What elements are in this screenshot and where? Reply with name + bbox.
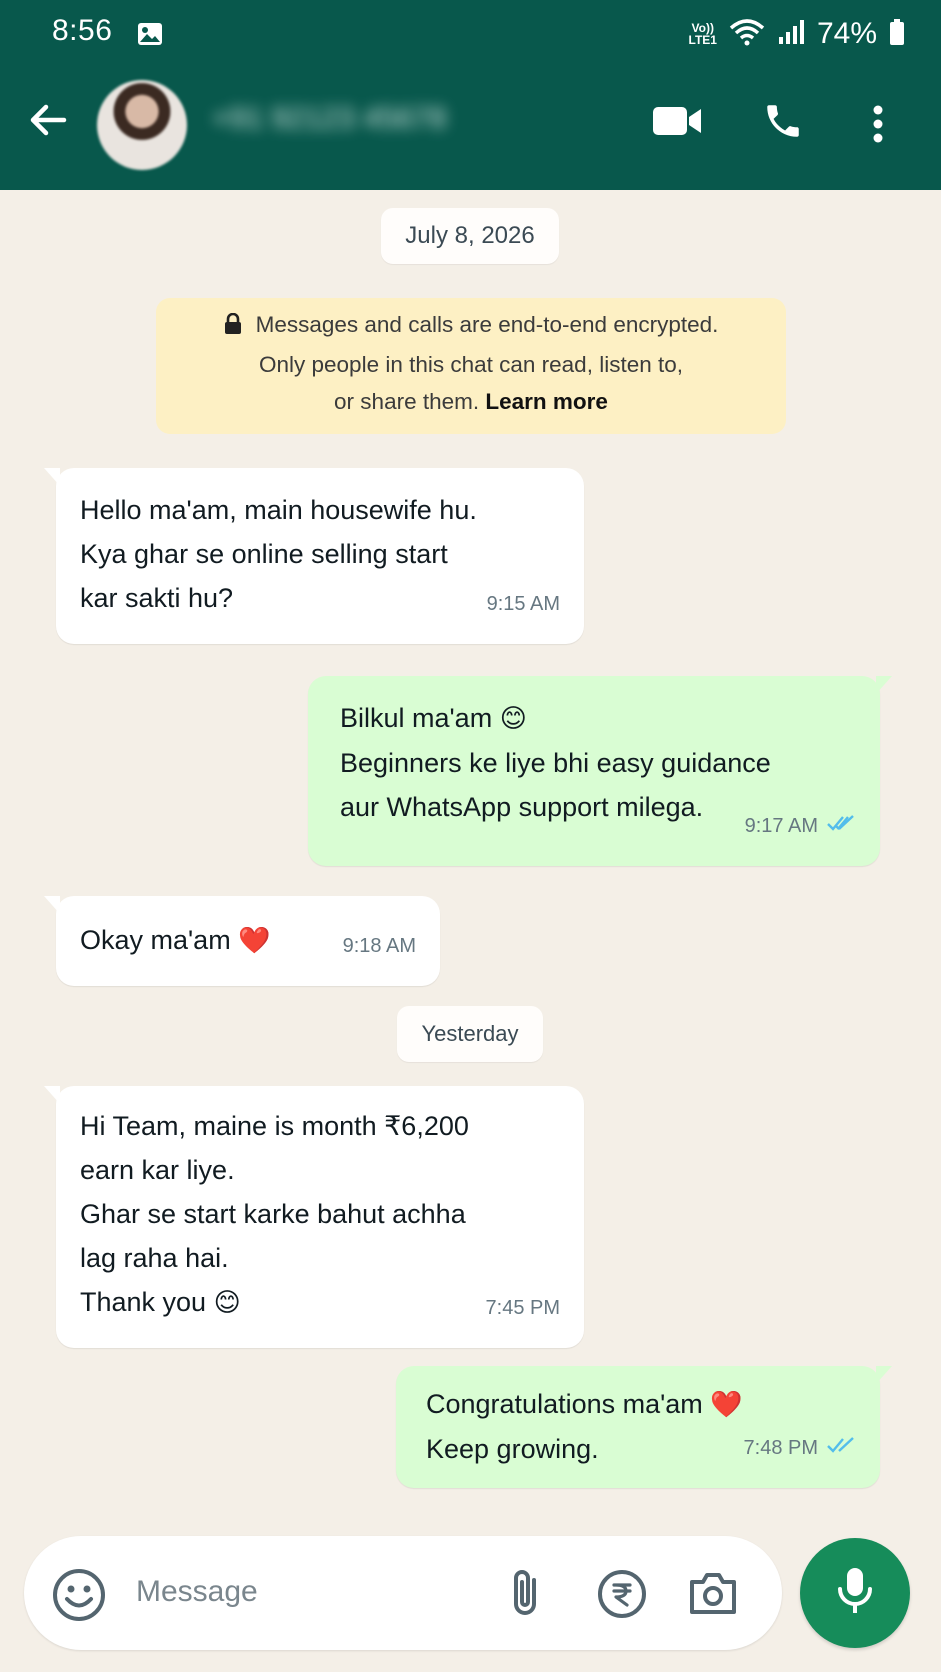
double-check-icon (826, 1426, 856, 1470)
date-chip: July 8, 2026 (381, 208, 559, 264)
chat-area[interactable]: July 8, 2026 Messages and calls are end-… (0, 190, 941, 1672)
double-check-icon (826, 804, 856, 848)
smile-emoji: 😊 (499, 704, 527, 734)
more-vert-icon[interactable] (872, 104, 884, 149)
message-time: 7:48 PM (744, 1426, 856, 1470)
status-time: 8:56 (52, 14, 113, 47)
contact-name[interactable]: +91 92123 45678 (212, 102, 522, 146)
encryption-notice[interactable]: Messages and calls are end-to-end encryp… (156, 298, 786, 434)
attach-icon[interactable] (508, 1566, 542, 1625)
message-bubble-outgoing[interactable]: Congratulations ma'am ❤️ Keep growing. 7… (396, 1366, 892, 1488)
chat-header: 8:56 Vo)) LTE1 74% +91 92123 45678 (0, 0, 941, 190)
learn-more-link[interactable]: Learn more (485, 389, 608, 414)
video-call-icon[interactable] (652, 106, 702, 141)
message-time: 7:45 PM (485, 1297, 560, 1319)
volte-indicator: Vo)) LTE1 (688, 21, 717, 47)
message-composer (24, 1536, 782, 1650)
message-time: 9:17 AM (745, 804, 856, 848)
image-icon (137, 22, 163, 51)
mic-icon (835, 1565, 875, 1622)
phone-icon[interactable] (762, 100, 804, 147)
heart-emoji: ❤️ (238, 926, 271, 956)
camera-icon[interactable] (688, 1570, 738, 1621)
battery-percent: 74% (816, 17, 877, 50)
wifi-icon (729, 18, 765, 51)
message-time: 9:18 AM (342, 935, 416, 957)
app-bar: +91 92123 45678 (0, 70, 941, 190)
message-bubble-incoming[interactable]: Hi Team, maine is month ₹6,200 earn kar … (44, 1086, 584, 1348)
message-bubble-outgoing[interactable]: Bilkul ma'am 😊 Beginners ke liye bhi eas… (308, 676, 892, 866)
status-icons: Vo)) LTE1 74% (689, 14, 906, 54)
avatar[interactable] (97, 80, 187, 170)
status-bar: 8:56 Vo)) LTE1 74% (0, 0, 941, 70)
rupee-payment-icon[interactable] (596, 1568, 648, 1625)
lock-icon (224, 309, 242, 346)
message-input[interactable] (136, 1566, 466, 1618)
back-arrow-icon[interactable] (28, 100, 68, 145)
mic-button[interactable] (800, 1538, 910, 1648)
date-chip: Yesterday (397, 1006, 543, 1062)
message-time: 9:15 AM (486, 593, 560, 615)
message-bubble-incoming[interactable]: Okay ma'am ❤️ 9:18 AM (44, 896, 440, 986)
heart-emoji: ❤️ (710, 1390, 743, 1420)
signal-icon (777, 18, 805, 51)
smile-emoji: 😊 (213, 1288, 241, 1318)
message-bubble-incoming[interactable]: Hello ma'am, main housewife hu. Kya ghar… (44, 468, 584, 644)
emoji-icon[interactable] (52, 1568, 106, 1627)
battery-icon (889, 18, 905, 51)
